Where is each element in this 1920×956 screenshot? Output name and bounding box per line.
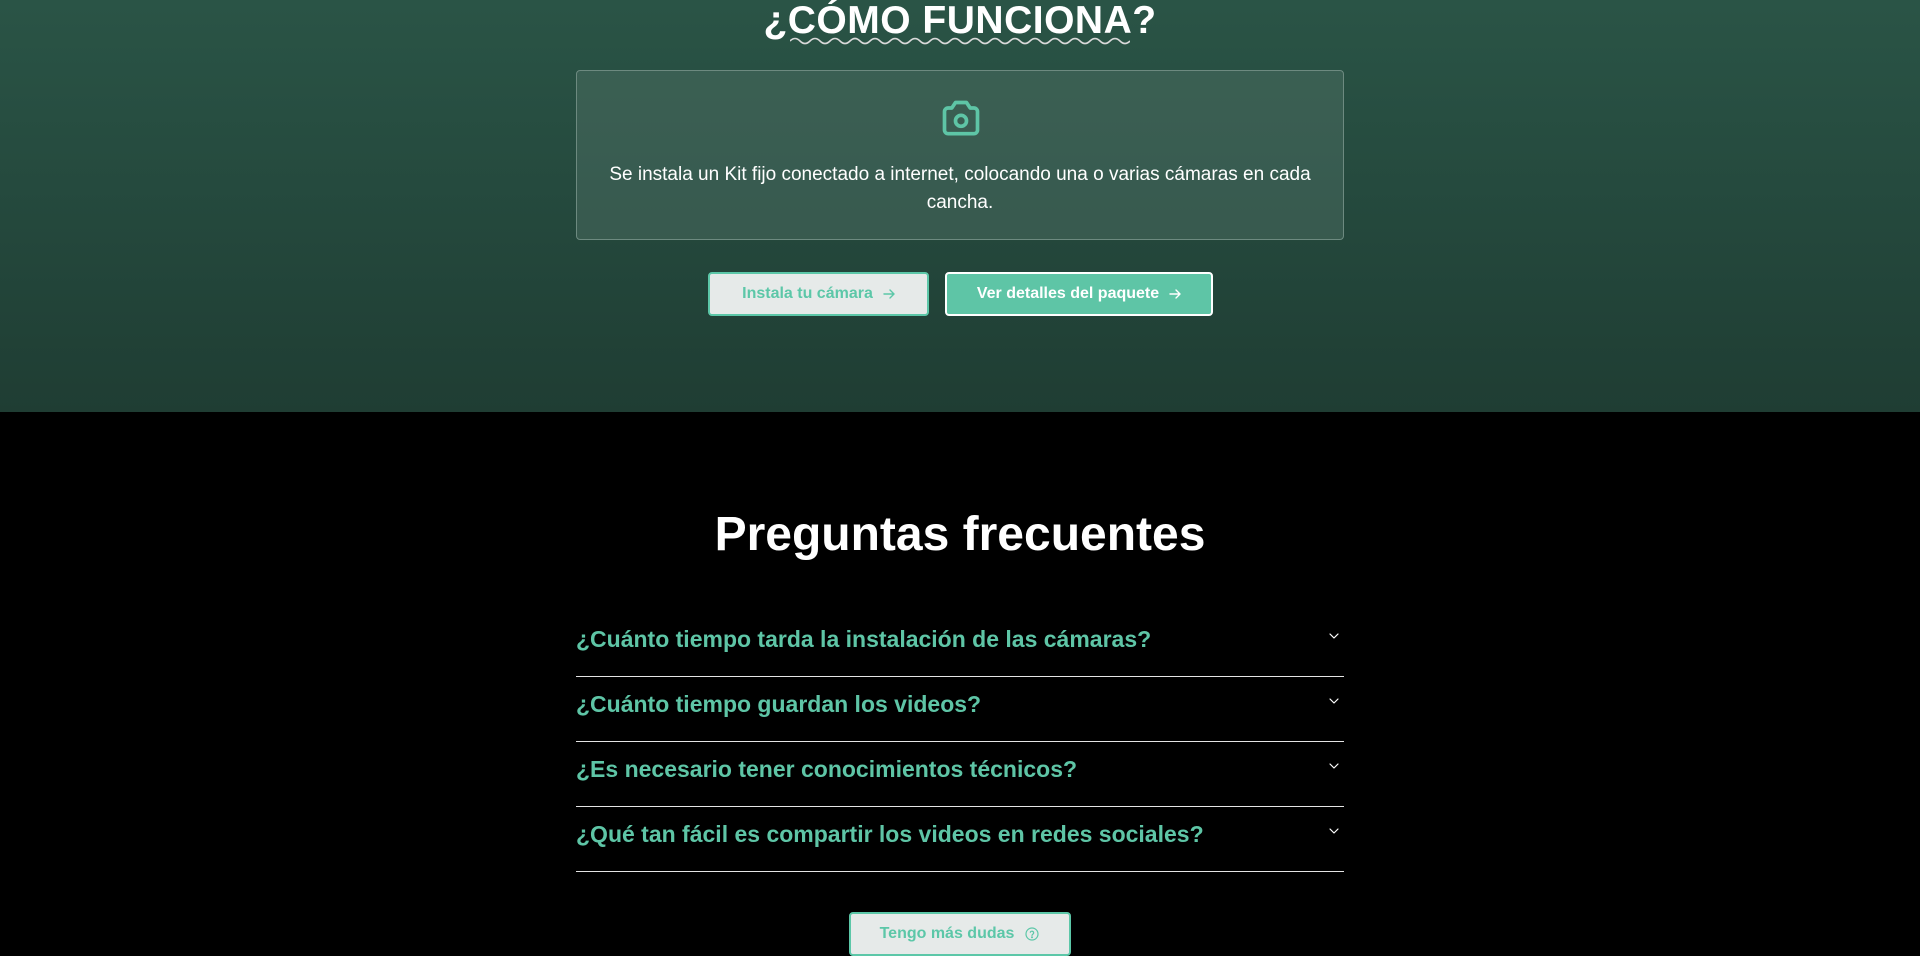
how-it-works-title: ¿CÓMO FUNCIONA? — [0, 0, 1920, 45]
chevron-down-icon — [1329, 828, 1339, 834]
package-details-button[interactable]: Ver detalles del paquete — [945, 272, 1213, 316]
faq-item[interactable]: ¿Es necesario tener conocimientos técnic… — [576, 742, 1344, 807]
faq-list: ¿Cuánto tiempo tarda la instalación de l… — [576, 612, 1344, 872]
faq-item[interactable]: ¿Cuánto tiempo guardan los videos? — [576, 677, 1344, 742]
how-it-works-description: Se instala un Kit fijo conectado a inter… — [609, 164, 1311, 213]
faq-title: Preguntas frecuentes — [714, 508, 1206, 561]
arrow-right-icon — [883, 289, 895, 299]
install-camera-button[interactable]: Instala tu cámara — [708, 272, 929, 316]
faq-question: ¿Cuánto tiempo tarda la instalación de l… — [576, 626, 1152, 652]
package-details-label: Ver detalles del paquete — [976, 285, 1160, 302]
how-it-works-section: ¿CÓMO FUNCIONA? Se instala un Kit fijo c… — [0, 0, 1920, 412]
more-questions-button[interactable]: Tengo más dudas — [849, 912, 1071, 956]
camera-icon — [942, 100, 980, 136]
chevron-down-icon — [1329, 698, 1339, 704]
help-circle-icon — [1025, 927, 1040, 941]
arrow-right-icon — [1169, 289, 1181, 299]
chevron-down-icon — [1329, 763, 1339, 769]
chevron-down-icon — [1329, 633, 1339, 639]
wavy-underline-decoration — [790, 37, 1130, 45]
install-camera-label: Instala tu cámara — [742, 285, 873, 302]
how-it-works-card: Se instala un Kit fijo conectado a inter… — [576, 70, 1344, 240]
faq-item[interactable]: ¿Qué tan fácil es compartir los videos e… — [576, 807, 1344, 872]
more-questions-label: Tengo más dudas — [879, 925, 1015, 942]
faq-question: ¿Qué tan fácil es compartir los videos e… — [576, 821, 1204, 847]
faq-item[interactable]: ¿Cuánto tiempo tarda la instalación de l… — [576, 612, 1344, 677]
faq-question: ¿Cuánto tiempo guardan los videos? — [576, 691, 982, 717]
faq-question: ¿Es necesario tener conocimientos técnic… — [576, 756, 1078, 782]
